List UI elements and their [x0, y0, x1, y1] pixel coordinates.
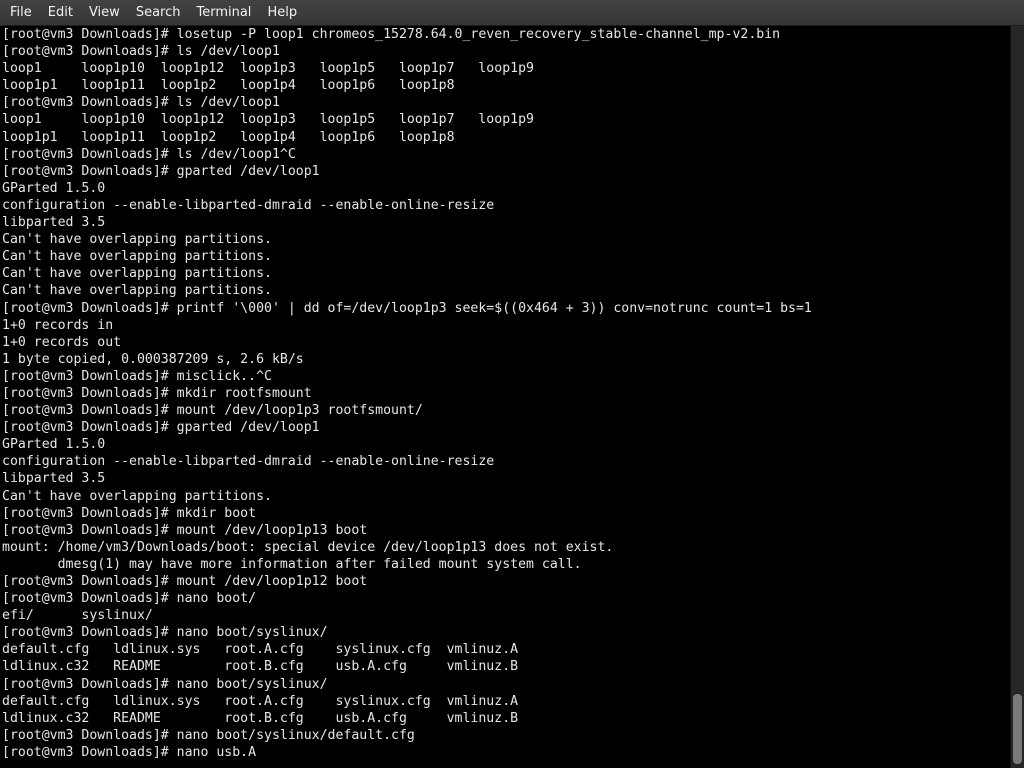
terminal-line: loop1p1 loop1p11 loop1p2 loop1p4 loop1p6… [2, 78, 455, 94]
terminal-line: GParted 1.5.0 [2, 437, 106, 453]
terminal-line: [root@vm3 Downloads]# misclick..^C [2, 368, 272, 384]
terminal-line: Can't have overlapping partitions. [2, 232, 272, 248]
terminal-area[interactable]: [root@vm3 Downloads]# losetup -P loop1 c… [0, 26, 1010, 768]
terminal-line: GParted 1.5.0 [2, 180, 106, 196]
terminal-line: efi/ syslinux/ [2, 608, 153, 624]
terminal-window: File Edit View Search Terminal Help [roo… [0, 0, 1024, 768]
terminal-line: [root@vm3 Downloads]# nano usb.A [2, 744, 257, 760]
terminal-line: [root@vm3 Downloads]# gparted /dev/loop1 [2, 163, 320, 179]
menu-bar: File Edit View Search Terminal Help [0, 0, 1024, 26]
terminal-line: [root@vm3 Downloads]# ls /dev/loop1^C [2, 146, 296, 162]
terminal-line: [root@vm3 Downloads]# mount /dev/loop1p3… [2, 403, 423, 419]
terminal-line: ldlinux.c32 README root.B.cfg usb.A.cfg … [2, 659, 519, 675]
menu-search[interactable]: Search [128, 2, 189, 24]
terminal-output: [root@vm3 Downloads]# losetup -P loop1 c… [0, 26, 1010, 761]
vertical-scrollbar[interactable] [1010, 26, 1024, 768]
terminal-line: [root@vm3 Downloads]# nano boot/ [2, 591, 257, 607]
terminal-line: Can't have overlapping partitions. [2, 283, 272, 299]
terminal-line: [root@vm3 Downloads]# nano boot/syslinux… [2, 625, 328, 641]
terminal-line: Can't have overlapping partitions. [2, 249, 272, 265]
terminal-line: ldlinux.c32 README root.B.cfg usb.A.cfg … [2, 710, 519, 726]
terminal-line: loop1 loop1p10 loop1p12 loop1p3 loop1p5 … [2, 61, 534, 77]
terminal-line: [root@vm3 Downloads]# printf '\000' | dd… [2, 300, 812, 316]
menu-edit[interactable]: Edit [40, 2, 81, 24]
terminal-line: 1+0 records out [2, 334, 122, 350]
terminal-line: Can't have overlapping partitions. [2, 488, 272, 504]
terminal-line: [root@vm3 Downloads]# nano boot/syslinux… [2, 727, 415, 743]
terminal-line: 1 byte copied, 0.000387209 s, 2.6 kB/s [2, 351, 304, 367]
terminal-line: configuration --enable-libparted-dmraid … [2, 454, 495, 470]
terminal-line: [root@vm3 Downloads]# ls /dev/loop1 [2, 44, 280, 60]
terminal-line: [root@vm3 Downloads]# nano boot/syslinux… [2, 676, 328, 692]
terminal-line: [root@vm3 Downloads]# mount /dev/loop1p1… [2, 574, 368, 589]
menu-file[interactable]: File [2, 2, 40, 24]
terminal-line: [root@vm3 Downloads]# losetup -P loop1 c… [2, 27, 781, 42]
terminal-line: [root@vm3 Downloads]# mkdir rootfsmount [2, 385, 312, 401]
terminal-line: configuration --enable-libparted-dmraid … [2, 197, 495, 213]
menu-terminal[interactable]: Terminal [188, 2, 259, 24]
terminal-line: 1+0 records in [2, 317, 114, 333]
terminal-line: loop1p1 loop1p11 loop1p2 loop1p4 loop1p6… [2, 129, 455, 145]
terminal-line: libparted 3.5 [2, 471, 106, 487]
menu-help[interactable]: Help [259, 2, 305, 24]
terminal-line: mount: /home/vm3/Downloads/boot: special… [2, 539, 614, 555]
terminal-line: [root@vm3 Downloads]# ls /dev/loop1 [2, 95, 280, 111]
terminal-line: Can't have overlapping partitions. [2, 266, 272, 282]
terminal-line: loop1 loop1p10 loop1p12 loop1p3 loop1p5 … [2, 112, 534, 128]
terminal-line: default.cfg ldlinux.sys root.A.cfg sysli… [2, 693, 519, 709]
terminal-line: [root@vm3 Downloads]# mkdir boot [2, 505, 257, 521]
scrollbar-thumb[interactable] [1013, 694, 1022, 764]
terminal-line: dmesg(1) may have more information after… [2, 556, 582, 572]
terminal-line: [root@vm3 Downloads]# gparted /dev/loop1 [2, 420, 320, 436]
menu-view[interactable]: View [81, 2, 128, 24]
terminal-line: default.cfg ldlinux.sys root.A.cfg sysli… [2, 642, 519, 658]
terminal-line: libparted 3.5 [2, 215, 106, 231]
terminal-line: [root@vm3 Downloads]# mount /dev/loop1p1… [2, 522, 368, 538]
